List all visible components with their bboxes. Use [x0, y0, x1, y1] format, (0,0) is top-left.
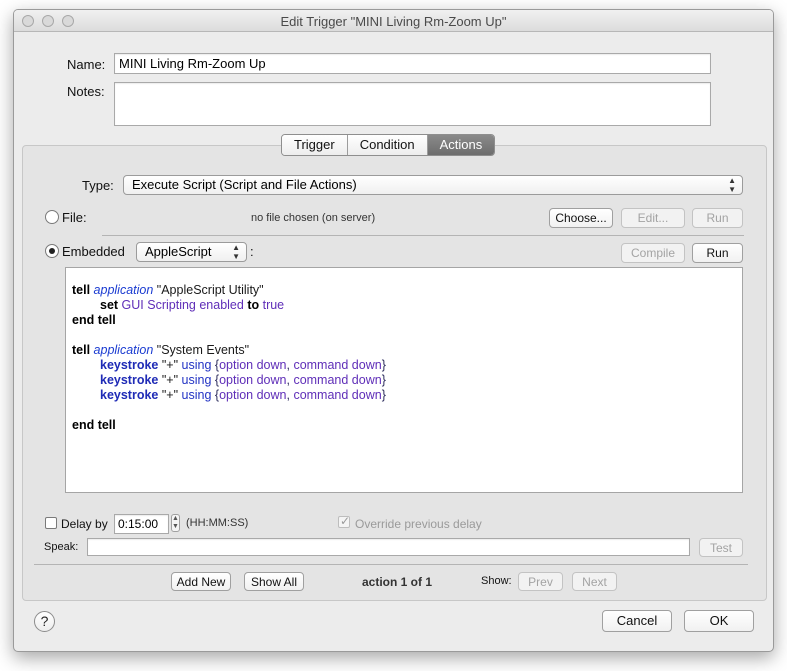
script-token: } [381, 388, 386, 402]
script-token: "AppleScript Utility" [153, 283, 264, 297]
show-label: Show: [481, 575, 512, 587]
speak-field[interactable] [87, 538, 690, 556]
script-token: command down [293, 358, 382, 372]
type-popup[interactable]: Execute Script (Script and File Actions)… [123, 175, 743, 195]
script-token: command down [293, 388, 382, 402]
language-colon: : [250, 244, 254, 259]
tab-condition[interactable]: Condition [347, 135, 428, 155]
script-token: } [381, 358, 386, 372]
script-token: command down [293, 373, 382, 387]
up-down-arrows-icon: ▲ ▼ [728, 176, 736, 194]
title-bar[interactable]: Edit Trigger "MINI Living Rm-Zoom Up" [14, 10, 773, 32]
test-speak-button[interactable]: Test [699, 538, 743, 557]
script-line: keystroke "+" using {option down, comman… [72, 358, 736, 373]
show-all-actions-button[interactable]: Show All [244, 572, 304, 591]
tab-trigger[interactable]: Trigger [282, 135, 348, 155]
script-line [72, 403, 736, 418]
script-token: application [93, 283, 154, 297]
script-token: option down [219, 388, 287, 402]
choose-file-button[interactable]: Choose... [549, 208, 613, 228]
script-token: keystroke [100, 373, 162, 387]
script-token: end tell [72, 418, 116, 432]
type-label: Type: [82, 178, 114, 193]
script-token: "+" [161, 358, 182, 372]
delay-format-label: (HH:MM:SS) [186, 517, 249, 529]
override-delay-checkbox[interactable]: ✓ [338, 514, 351, 528]
override-delay-label: Override previous delay [355, 517, 482, 531]
script-line: set GUI Scripting enabled to true [72, 298, 736, 313]
speak-label: Speak: [44, 541, 79, 553]
script-line: end tell [72, 313, 736, 328]
script-token: "+" [161, 388, 182, 402]
up-down-arrows-icon: ▲ ▼ [232, 243, 240, 261]
cancel-button[interactable]: Cancel [602, 610, 672, 632]
question-mark-icon[interactable]: ? [34, 611, 55, 632]
file-radio[interactable] [45, 210, 59, 224]
script-token: keystroke [100, 358, 162, 372]
script-token: } [381, 373, 386, 387]
script-token: "+" [161, 373, 182, 387]
tab-actions[interactable]: Actions [427, 135, 495, 155]
script-line: tell application "System Events" [72, 343, 736, 358]
prev-action-button[interactable]: Prev [518, 572, 563, 591]
script-token: end tell [72, 313, 116, 327]
script-token: to [247, 298, 263, 312]
script-line [72, 328, 736, 343]
embedded-label: Embedded [62, 244, 125, 259]
script-token: tell [72, 343, 94, 357]
script-token: tell [72, 283, 94, 297]
notes-label: Notes: [67, 84, 105, 99]
divider [34, 564, 748, 565]
script-token: GUI Scripting enabled [121, 298, 248, 312]
script-token: using [181, 358, 215, 372]
next-action-button[interactable]: Next [572, 572, 617, 591]
script-line: end tell [72, 418, 736, 433]
script-token: option down [219, 373, 287, 387]
edit-file-button[interactable]: Edit... [621, 208, 685, 228]
compile-button[interactable]: Compile [621, 243, 685, 263]
divider [102, 235, 744, 236]
run-file-button[interactable]: Run [692, 208, 743, 228]
delay-stepper[interactable]: ▲ ▼ [171, 514, 180, 532]
script-token: using [181, 373, 215, 387]
language-popup-value: AppleScript [145, 244, 212, 259]
type-popup-value: Execute Script (Script and File Actions) [132, 177, 357, 192]
window-title: Edit Trigger "MINI Living Rm-Zoom Up" [280, 14, 507, 29]
add-new-action-button[interactable]: Add New [171, 572, 231, 591]
delay-field[interactable]: 0:15:00 [114, 514, 169, 534]
script-line: keystroke "+" using {option down, comman… [72, 373, 736, 388]
name-field[interactable]: MINI Living Rm-Zoom Up [114, 53, 711, 74]
run-embedded-button[interactable]: Run [692, 243, 743, 263]
script-token: application [93, 343, 154, 357]
script-editor[interactable]: tell application "AppleScript Utility" se… [65, 267, 743, 493]
ok-button[interactable]: OK [684, 610, 754, 632]
script-line: tell application "AppleScript Utility" [72, 283, 736, 298]
script-token: true [262, 298, 285, 312]
script-line: keystroke "+" using {option down, comman… [72, 388, 736, 403]
file-label: File: [62, 210, 87, 225]
script-token: set [100, 298, 122, 312]
file-status: no file chosen (on server) [251, 212, 376, 224]
script-token: option down [219, 358, 287, 372]
edit-trigger-window: Edit Trigger "MINI Living Rm-Zoom Up" Na… [13, 9, 774, 652]
notes-field[interactable] [114, 82, 711, 126]
delay-checkbox[interactable] [45, 517, 57, 529]
script-token: using [181, 388, 215, 402]
script-token: keystroke [100, 388, 162, 402]
script-token: "System Events" [153, 343, 250, 357]
tab-bar: Trigger Condition Actions [281, 134, 496, 156]
name-label: Name: [67, 57, 106, 72]
embedded-radio[interactable] [45, 244, 59, 258]
delay-label: Delay by [61, 517, 108, 531]
language-popup[interactable]: AppleScript ▲ ▼ [136, 242, 247, 262]
action-counter: action 1 of 1 [362, 575, 433, 589]
checkmark-icon: ✓ [340, 514, 351, 528]
